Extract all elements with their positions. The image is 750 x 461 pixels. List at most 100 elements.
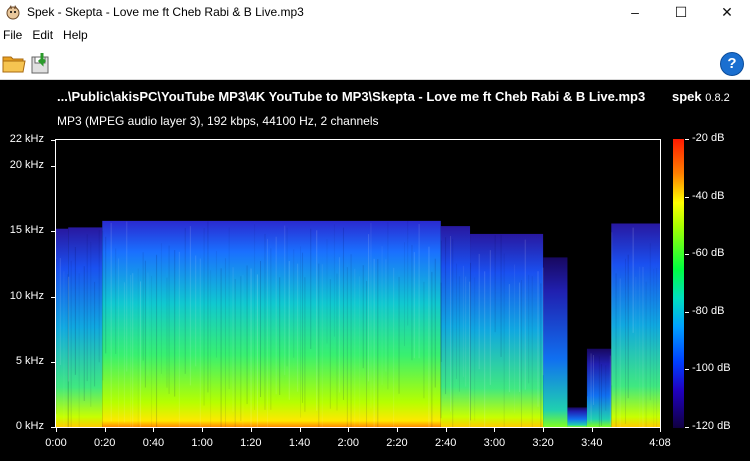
spectrogram-streak <box>627 254 629 399</box>
x-tick-mark <box>104 428 106 432</box>
open-folder-icon[interactable] <box>2 51 26 75</box>
y-tick-label: 0 kHz <box>15 420 44 432</box>
spectrogram-streak <box>474 277 476 421</box>
spectrogram-streak <box>445 237 447 395</box>
x-tick-label: 3:00 <box>483 437 506 449</box>
spectrogram-plot <box>55 139 661 428</box>
spectrogram-streak <box>160 243 162 374</box>
spectrogram-streak <box>333 224 335 337</box>
spectrogram-streak <box>304 277 306 412</box>
y-tick-mark <box>51 166 55 168</box>
colorbar-tick-mark <box>685 139 689 140</box>
spectrogram-segment <box>68 227 103 427</box>
spectrogram-streak <box>649 243 651 401</box>
spectrogram-streak <box>228 227 230 390</box>
spectrogram-streak <box>68 276 70 382</box>
spectrogram-streak <box>267 238 269 427</box>
spectrogram-streak <box>90 241 92 407</box>
spectrogram-streak <box>500 234 502 357</box>
spectrogram-streak <box>503 253 505 427</box>
spectrogram-streak <box>288 260 290 400</box>
spectrogram-streak <box>195 255 197 367</box>
spectrogram-streak <box>203 228 205 406</box>
minimize-button[interactable]: – <box>612 0 658 24</box>
spectrogram-streak <box>440 240 442 362</box>
spectrogram-streak <box>151 275 153 427</box>
spectrogram-streak <box>321 264 323 427</box>
colorbar-tick-mark <box>685 196 689 198</box>
spectrogram-streak <box>434 258 436 388</box>
y-tick-mark <box>51 296 55 298</box>
spectrogram-streak <box>63 271 65 427</box>
colorbar-tick-mark <box>685 311 689 313</box>
spectrogram-streak <box>102 230 104 381</box>
spectrogram-streak <box>450 236 452 412</box>
close-button[interactable]: ✕ <box>704 0 750 24</box>
spectrogram-streak <box>600 364 602 426</box>
spectrogram-streak <box>215 250 217 358</box>
toolbar: ? <box>0 47 750 80</box>
x-tick-mark <box>494 428 496 432</box>
spectrogram-streak <box>110 222 112 422</box>
x-tick-label: 1:00 <box>191 437 213 449</box>
spectrogram-streak <box>373 258 375 427</box>
spectrogram-streak <box>458 276 460 392</box>
spectrogram-streak <box>246 265 248 405</box>
spectrogram-streak <box>174 250 176 397</box>
spectrogram-streak <box>220 268 222 427</box>
spectrogram-streak <box>385 259 387 372</box>
spectrogram-streak <box>98 230 100 363</box>
colorbar-tick-label: -20 dB <box>692 132 725 144</box>
spectrogram-streak <box>632 227 634 333</box>
spectrogram-streak <box>137 268 139 427</box>
spectrogram-streak <box>489 250 491 385</box>
spectrogram-svg <box>56 220 660 427</box>
spectrogram-streak <box>431 271 433 427</box>
spectrogram-streak <box>94 281 96 387</box>
spectrogram-streak <box>232 267 234 412</box>
spectrogram-streak <box>56 259 57 414</box>
spectrogram-streak <box>293 249 295 358</box>
x-tick-mark <box>445 428 447 432</box>
spectrogram-streak <box>368 234 370 382</box>
app-version: 0.8.2 <box>705 92 730 104</box>
spectrogram-streak <box>178 251 180 427</box>
spectrogram-streak <box>270 248 272 410</box>
save-icon[interactable] <box>29 51 53 75</box>
y-tick-label: 15 kHz <box>9 224 44 237</box>
spectrogram-streak <box>359 276 361 427</box>
spectrogram-segment <box>56 228 69 427</box>
spectrogram-streak <box>275 236 277 395</box>
x-tick-mark <box>660 428 661 432</box>
spectrogram-streak <box>123 282 125 423</box>
spectrogram-streak <box>210 270 212 427</box>
spectrogram-streak <box>260 260 262 398</box>
spectrogram-streak <box>189 226 191 386</box>
spectrogram-streak <box>350 254 352 427</box>
spectrogram-streak <box>407 220 409 326</box>
colorbar-tick-mark <box>685 369 689 371</box>
colorbar-tick-mark <box>685 427 689 428</box>
spectrogram-streak <box>455 263 457 379</box>
help-icon[interactable]: ? <box>720 52 744 76</box>
colorbar-tick-label: -60 dB <box>692 247 725 260</box>
spectrogram-streak <box>342 227 344 400</box>
spectrogram-streak <box>156 254 158 427</box>
spectrogram-streak <box>645 281 647 427</box>
spectrogram-streak <box>354 268 356 427</box>
spectrogram-streak <box>387 222 389 390</box>
maximize-button[interactable]: ☐ <box>658 0 704 24</box>
spectrogram-streak <box>59 258 61 366</box>
spectrogram-streak <box>398 276 400 394</box>
spectrogram-streak <box>653 268 655 427</box>
menu-edit[interactable]: Edit <box>29 26 60 44</box>
spectrogram-streak <box>619 278 621 427</box>
x-tick-label: 3:20 <box>532 437 554 449</box>
spectrogram-streak <box>465 276 467 387</box>
menu-help[interactable]: Help <box>60 26 95 44</box>
spectrogram-streak <box>411 244 413 361</box>
spectrogram-streak <box>537 271 539 407</box>
colorbar-tick-label: -120 dB <box>692 420 731 432</box>
spectrogram-streak <box>264 233 266 410</box>
menu-file[interactable]: File <box>0 26 29 44</box>
